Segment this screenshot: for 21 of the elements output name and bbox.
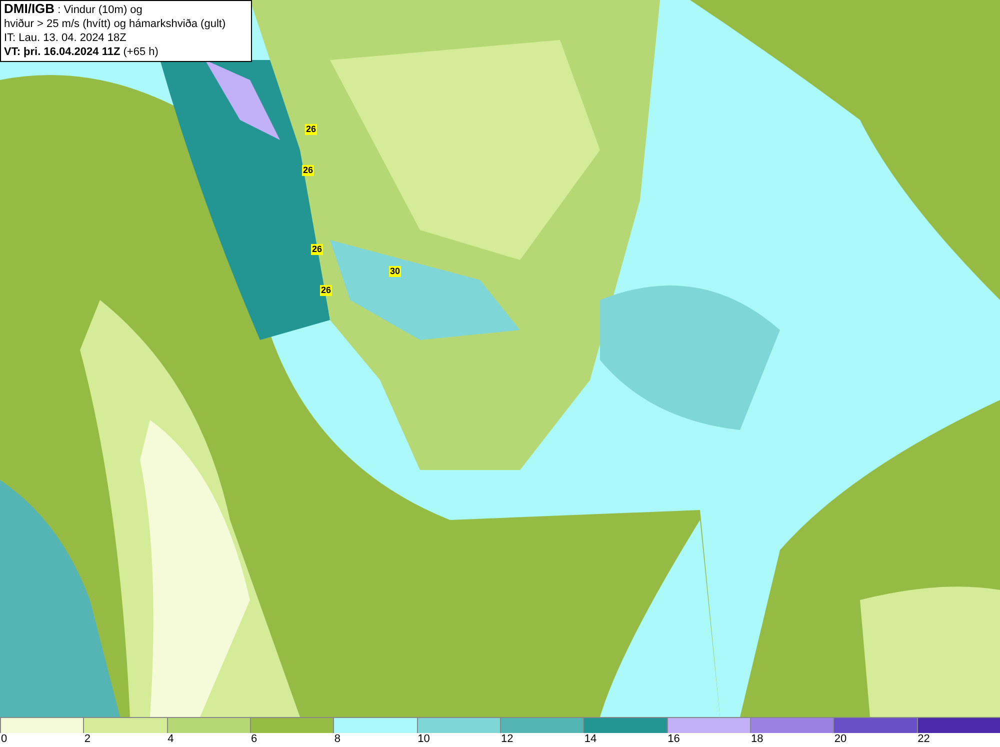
legend-label: 0 (0, 733, 8, 746)
legend-label: 20 (833, 733, 847, 746)
legend-label: 12 (500, 733, 514, 746)
legend-label: 10 (416, 733, 430, 746)
gust-label: 26 (305, 124, 318, 135)
title-line: hviður > 25 m/s (hvítt) og hámarkshviða (gult) (4, 17, 227, 31)
title-line: IT: Lau. 13. 04. 2024 18Z (4, 31, 128, 45)
legend-label: 6 (250, 733, 258, 746)
gust-label: 26 (302, 165, 314, 176)
gust-label: 26 (311, 244, 324, 255)
legend-label: 22 (916, 733, 930, 746)
legend-label: 2 (83, 733, 90, 746)
gust-label: 26 (320, 285, 332, 296)
legend-label: 18 (750, 733, 764, 746)
gust-label: 30 (389, 266, 402, 277)
title-line: DMI/IGB : Vindur (10m) og (4, 2, 144, 17)
valid-time: VT: þri. 16.04.2024 11Z (+65 h) (4, 45, 160, 59)
legend-label: 14 (583, 733, 597, 746)
legend-label: 16 (666, 733, 680, 746)
legend-label: 4 (166, 733, 174, 746)
legend-label: 8 (333, 733, 340, 746)
